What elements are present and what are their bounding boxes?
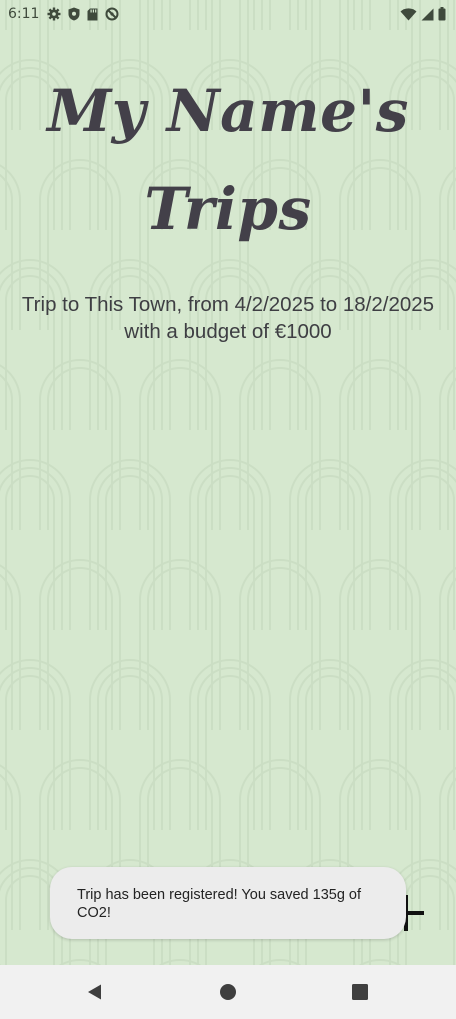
page-title-line-2: Trips (144, 175, 312, 243)
navigation-bar (0, 965, 456, 1019)
page-title-line-1: My Name's (47, 77, 409, 145)
gear-icon (47, 7, 61, 21)
clock: 6:11 (8, 6, 40, 22)
recents-button[interactable] (350, 982, 370, 1002)
battery-icon (438, 7, 446, 21)
no-sync-icon (105, 7, 119, 21)
trip-list-item[interactable]: Trip to This Town, from 4/2/2025 to 18/2… (20, 291, 436, 345)
page-title: My Name's Trips (0, 62, 456, 258)
home-icon (220, 984, 236, 1000)
status-bar: 6:11 (0, 0, 456, 28)
toast-message: Trip has been registered! You saved 135g… (50, 867, 406, 939)
shield-icon (68, 7, 80, 21)
sd-card-icon (87, 8, 98, 20)
signal-icon (421, 8, 434, 20)
back-icon (88, 984, 101, 1000)
toast-text: Trip has been registered! You saved 135g… (77, 887, 362, 921)
home-button[interactable] (218, 982, 238, 1002)
recents-icon (352, 984, 368, 1000)
back-button[interactable] (85, 982, 105, 1002)
wifi-icon (400, 7, 417, 20)
